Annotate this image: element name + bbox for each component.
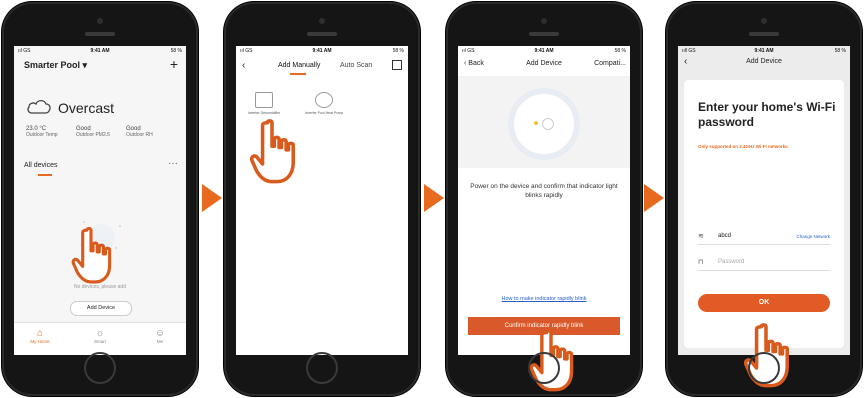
cloud-icon [27,99,51,114]
tab-my-home[interactable]: ⌂ My Home [20,328,60,344]
camera [97,18,103,24]
clock: 9:41 AM [90,48,110,54]
screen-add-manually: ııl GS 9:41 AM 58 % ‹ Add Manually Auto … [236,46,408,355]
screen-home: ııl GS 9:41 AM 58 % Smarter Pool ▾ + Ove… [14,46,186,355]
status-bar: ııl GS 9:41 AM 58 % [14,46,186,56]
status-bar: ııl GS 9:41 AM 58 % [462,48,626,54]
more-icon[interactable]: ··· [168,158,178,169]
lock-icon: ⊓ [698,259,704,266]
user-icon: ☺ [154,328,166,339]
tab-all-devices[interactable]: All devices [24,162,57,169]
add-device-button[interactable]: Add Device [70,301,132,316]
instruction-text: Power on the device and confirm that ind… [470,183,618,199]
device-button [542,118,554,130]
speaker [85,32,115,36]
phone-3: ııl GS 9:41 AM 58 % ‹ Back Add Device Co… [446,2,642,396]
speaker [529,32,559,36]
tab-auto-scan[interactable]: Auto Scan [340,62,372,69]
back-icon[interactable]: ‹ [242,60,245,71]
home-button [306,352,338,384]
battery: 58 % [170,48,182,54]
wifi-heading: Enter your home's Wi-Fi password [698,100,836,129]
pointing-hand-icon [71,227,112,284]
ok-button[interactable]: OK [698,294,830,312]
arrow-right-icon [644,184,664,212]
speaker [749,32,779,36]
pointing-hand-icon [249,119,295,184]
password-placeholder: Password [718,259,745,265]
camera [761,18,767,24]
speaker [307,32,337,36]
wifi-note: Only supported on 2.4GHz Wi-Fi networks [698,144,788,149]
stat-pm25: Good Outdoor PM2.5 [76,126,110,138]
phone-2: ııl GS 9:41 AM 58 % ‹ Add Manually Auto … [224,2,420,396]
indicator-light [534,121,538,125]
password-field[interactable]: ⊓ Password [698,256,830,271]
phone-4: ııll GS 9:41 AM 58 % ‹ Add Device Enter … [666,2,862,396]
tab-underline [38,174,52,176]
tab-me[interactable]: ☺ Me [140,328,180,344]
screen-confirm-blink: ııl GS 9:41 AM 58 % ‹ Back Add Device Co… [458,46,630,355]
home-button [748,352,780,384]
add-icon[interactable]: + [170,56,178,72]
device-dehumidifier[interactable]: Inverter Dehumidifier [242,92,286,115]
arrow-right-icon [424,184,444,212]
stat-rh: Good Outdoor RH [126,126,153,138]
status-bar: ııl GS 9:41 AM 58 % [240,48,404,54]
device-pool-heat-pump[interactable]: Inverter Pool Heat Pump [302,92,346,115]
weather-text: Overcast [58,100,115,116]
camera [541,18,547,24]
home-icon: ⌂ [36,328,44,339]
chevron-down-icon: ▾ [82,60,88,70]
home-selector[interactable]: Smarter Pool ▾ [24,60,87,71]
device-illustration [514,94,574,154]
tab-bar: ⌂ My Home ☼ Smart ☺ Me [14,322,186,355]
tab-smart[interactable]: ☼ Smart [80,328,120,344]
arrow-right-icon [202,184,222,212]
home-name: Smarter Pool [24,60,81,70]
wifi-icon: ≋ [698,233,704,240]
change-network-link[interactable]: Change Network [796,234,830,239]
wifi-card: Enter your home's Wi-Fi password Only su… [684,80,844,348]
page-title: Add Device [746,58,782,65]
tab-add-manually[interactable]: Add Manually [278,62,320,69]
ssid-value: abcd [718,233,732,239]
compatibility-link[interactable]: Compati... [594,60,626,67]
status-bar: ııll GS 9:41 AM 58 % [682,48,846,54]
empty-text: No devices, please add [74,284,126,290]
scan-icon[interactable] [392,60,402,70]
home-button [528,352,560,384]
phone-1: ııl GS 9:41 AM 58 % Smarter Pool ▾ + Ove… [2,2,198,396]
stat-temp: 23.0 °C Outdoor Temp [26,126,58,138]
tab-underline [290,73,306,75]
help-link[interactable]: How to make indicator rapidly blink [458,296,630,302]
screen-wifi-password: ııll GS 9:41 AM 58 % ‹ Add Device Enter … [678,46,850,355]
camera [319,18,325,24]
ssid-field[interactable]: ≋ abcd Change Network [698,230,830,245]
home-button [84,352,116,384]
sun-icon: ☼ [95,328,105,339]
